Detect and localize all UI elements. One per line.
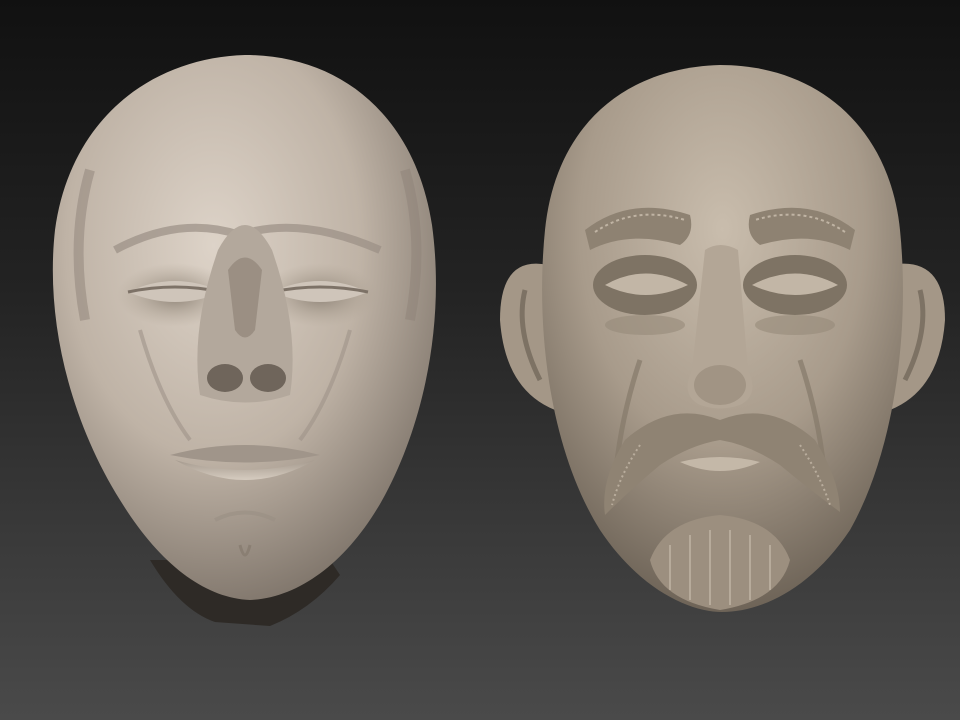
sculpt-head-left bbox=[52, 55, 436, 626]
sculpt-viewport bbox=[0, 0, 960, 720]
sculpt-render bbox=[52, 55, 945, 626]
sculpt-head-right bbox=[500, 65, 945, 612]
